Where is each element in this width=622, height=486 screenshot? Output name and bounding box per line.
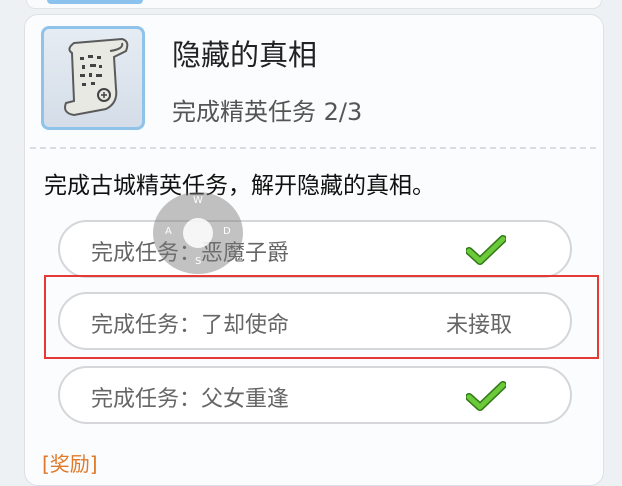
joystick-key-d: D bbox=[223, 226, 231, 237]
checkmark-icon bbox=[466, 235, 506, 265]
joystick-key-a: A bbox=[165, 226, 172, 237]
joystick-key-s: S bbox=[195, 256, 202, 267]
task-item[interactable]: 完成任务：父女重逢 bbox=[58, 366, 572, 424]
divider bbox=[30, 147, 596, 149]
joystick-knob[interactable] bbox=[183, 218, 213, 248]
task-item[interactable]: 完成任务：恶魔子爵 bbox=[58, 220, 572, 278]
quest-icon-frame bbox=[41, 26, 145, 130]
previous-card-edge bbox=[26, 0, 602, 9]
joystick-key-w: W bbox=[193, 195, 203, 206]
virtual-joystick[interactable]: W A D S bbox=[153, 192, 243, 274]
selection-highlight bbox=[44, 275, 599, 359]
task-label: 完成任务：父女重逢 bbox=[91, 387, 290, 412]
checkmark-icon bbox=[466, 381, 506, 411]
reward-label: [奖励] bbox=[42, 452, 98, 476]
quest-title: 隐藏的真相 bbox=[172, 38, 318, 72]
quest-progress: 完成精英任务 2/3 bbox=[172, 98, 363, 126]
quest-description: 完成古城精英任务，解开隐藏的真相。 bbox=[44, 173, 435, 199]
scroll-icon bbox=[64, 37, 129, 117]
